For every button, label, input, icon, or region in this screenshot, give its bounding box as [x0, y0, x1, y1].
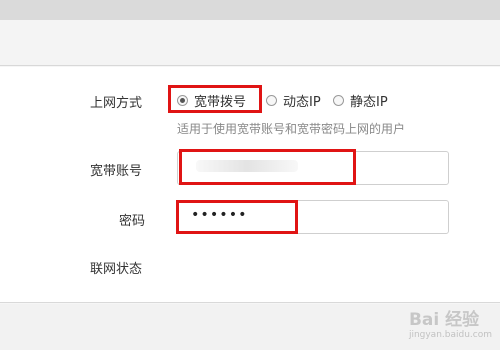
radio-pppoe[interactable]: 宽带拨号 [177, 91, 247, 110]
radio-dynamic-ip-label: 动态IP [283, 94, 321, 110]
password-label: 密码 [119, 214, 146, 229]
password-value: •••••• [191, 207, 248, 223]
connection-hint: 适用于使用宽带账号和宽带密码上网的用户 [177, 122, 406, 136]
account-label: 宽带账号 [90, 164, 143, 179]
radio-unchecked-icon [333, 94, 344, 106]
radio-unchecked-icon [266, 94, 277, 106]
account-value-blurred [196, 160, 298, 172]
radio-dynamic-ip[interactable]: 动态IP [266, 91, 321, 110]
top-bar [0, 0, 500, 20]
radio-pppoe-label: 宽带拨号 [194, 94, 247, 110]
connection-status-label: 联网状态 [90, 262, 143, 277]
radio-static-ip-label: 静态IP [350, 94, 388, 110]
radio-checked-icon [177, 94, 188, 106]
settings-panel [0, 67, 500, 303]
radio-static-ip[interactable]: 静态IP [333, 91, 388, 110]
header-strip [0, 20, 500, 66]
baidu-watermark: Bai 经验 jingyan.baidu.com [408, 310, 492, 340]
connection-type-label: 上网方式 [90, 96, 143, 111]
